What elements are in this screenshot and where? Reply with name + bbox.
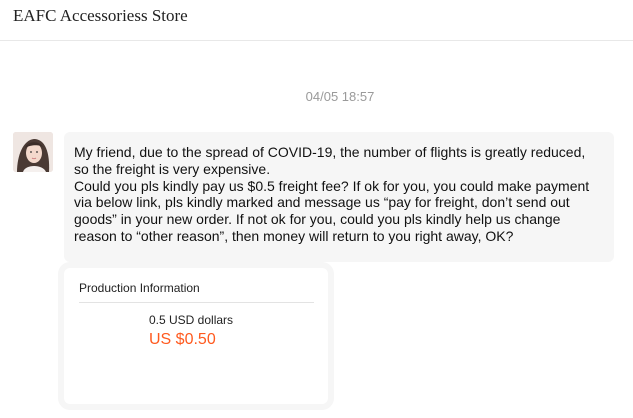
message-timestamp: 04/05 18:57 [305, 89, 375, 104]
card-divider [79, 302, 314, 303]
message-paragraph-2: Could you pls kindly pay us $0.5 freight… [74, 177, 590, 244]
message-bubble: My friend, due to the spread of COVID-19… [64, 132, 614, 262]
avatar-image [13, 132, 53, 172]
message-paragraph-1: My friend, due to the spread of COVID-19… [74, 144, 586, 177]
product-name[interactable]: 0.5 USD dollars [149, 313, 233, 327]
chat-header: EAFC Accessoriess Store [0, 0, 633, 41]
product-price: US $0.50 [149, 331, 216, 348]
seller-avatar[interactable] [13, 132, 53, 172]
product-info-card[interactable]: Production Information 0.5 USD dollars U… [64, 268, 328, 404]
store-name: EAFC Accessoriess Store [13, 6, 188, 25]
card-title: Production Information [79, 281, 200, 295]
